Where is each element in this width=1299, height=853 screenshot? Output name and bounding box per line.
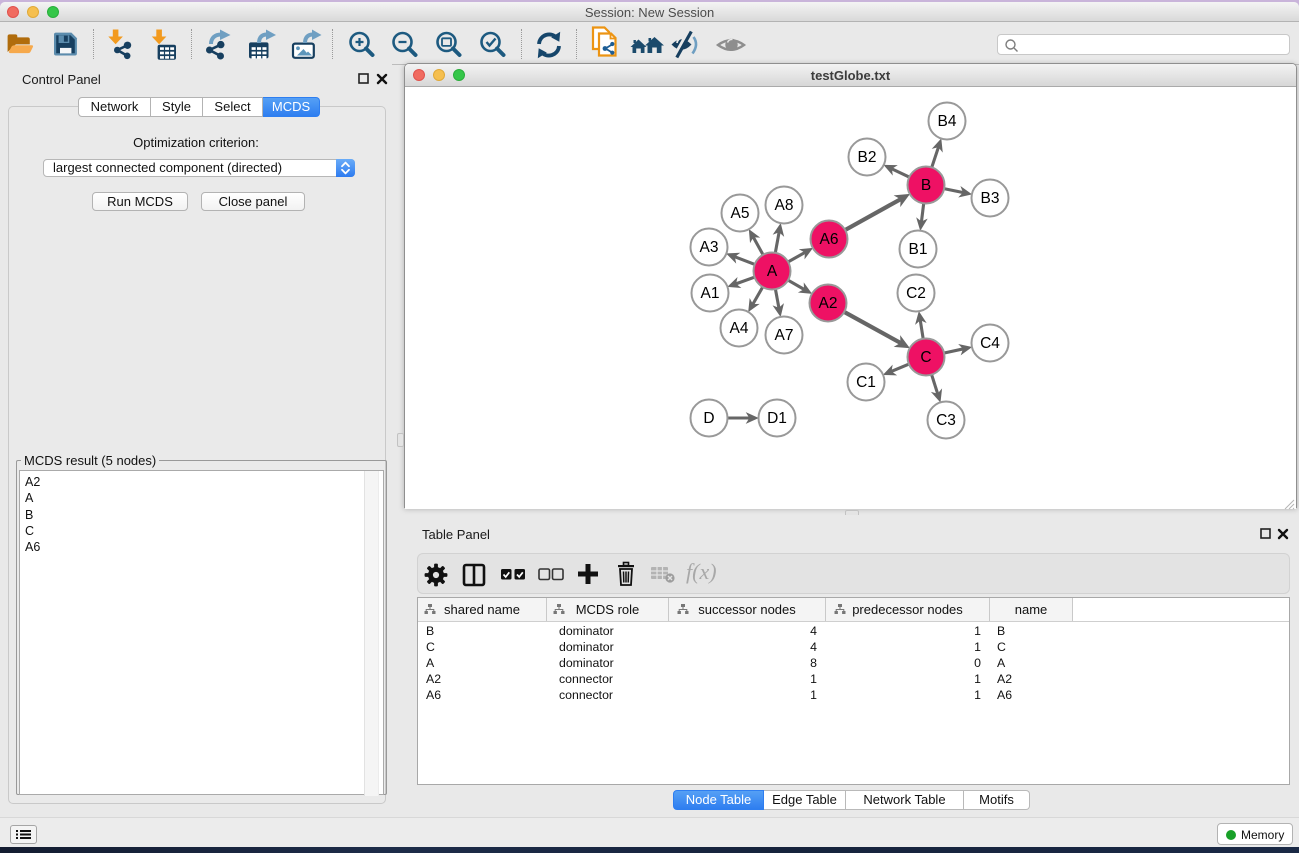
svg-text:A2: A2: [819, 295, 838, 312]
svg-text:D: D: [703, 410, 714, 427]
svg-text:A6: A6: [820, 231, 839, 248]
svg-text:C2: C2: [906, 285, 926, 302]
svg-text:B3: B3: [981, 190, 1000, 207]
svg-text:B2: B2: [858, 149, 877, 166]
svg-text:C1: C1: [856, 374, 876, 391]
svg-text:A1: A1: [701, 285, 720, 302]
svg-text:C: C: [920, 349, 931, 366]
svg-text:B1: B1: [909, 241, 928, 258]
svg-text:A4: A4: [730, 320, 749, 337]
svg-text:B4: B4: [938, 113, 957, 130]
svg-text:A: A: [767, 263, 778, 280]
svg-text:C4: C4: [980, 335, 1000, 352]
svg-text:C3: C3: [936, 412, 956, 429]
svg-text:B: B: [921, 177, 931, 194]
svg-text:A5: A5: [731, 205, 750, 222]
svg-text:D1: D1: [767, 410, 787, 427]
svg-text:A8: A8: [775, 197, 794, 214]
svg-text:A3: A3: [700, 239, 719, 256]
svg-text:A7: A7: [775, 327, 794, 344]
